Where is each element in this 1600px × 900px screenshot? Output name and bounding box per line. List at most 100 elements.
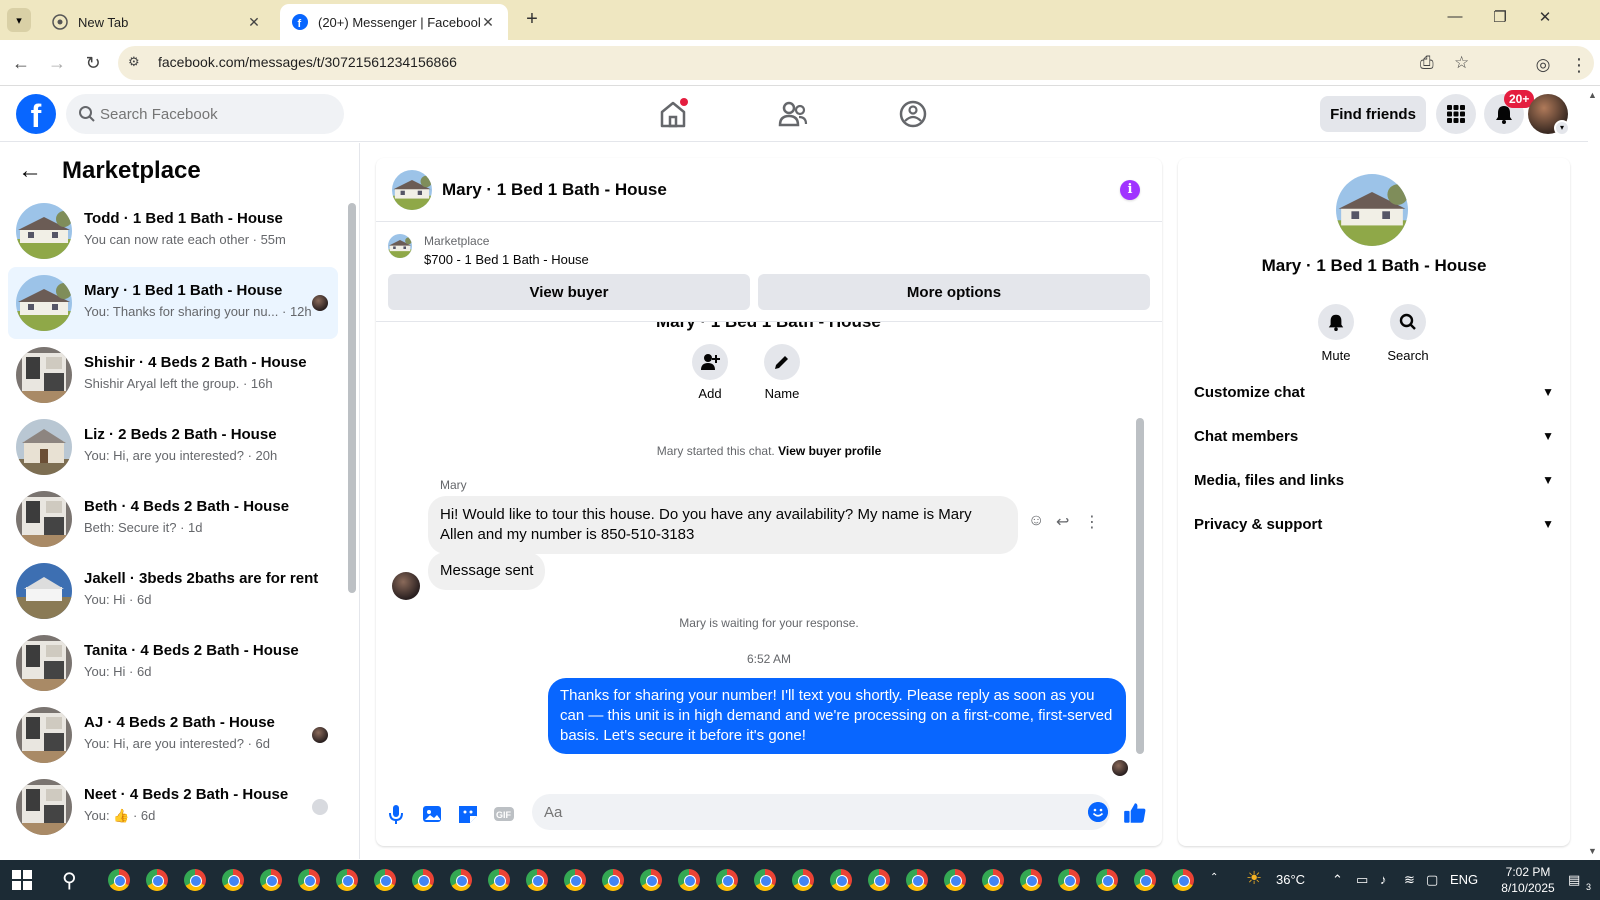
conversation-item[interactable]: AJ · 4 Beds 2 Bath - House You: Hi, are … <box>8 699 338 771</box>
incoming-message[interactable]: Message sent <box>428 552 546 590</box>
tray-chevron-icon[interactable]: ⌃ <box>1332 872 1343 888</box>
close-tab-icon[interactable]: ✕ <box>480 14 496 31</box>
conversation-item[interactable]: Jakell · 3beds 2baths are for rent You: … <box>8 555 338 627</box>
chrome-app-icon[interactable] <box>488 869 510 891</box>
facebook-search-box[interactable] <box>66 94 344 134</box>
chrome-app-icon[interactable] <box>716 869 738 891</box>
back-arrow-icon[interactable]: ← <box>18 157 42 185</box>
windows-start-icon[interactable] <box>12 870 32 890</box>
menu-grid-icon[interactable] <box>1436 94 1476 134</box>
weather-icon[interactable]: ☀ <box>1246 868 1262 889</box>
site-settings-icon[interactable]: ⚙ <box>128 54 146 72</box>
reload-icon[interactable]: ↻ <box>80 50 106 76</box>
gif-icon[interactable]: GIF <box>492 802 516 826</box>
photo-icon[interactable] <box>420 802 444 826</box>
forward-arrow-icon[interactable]: → <box>44 50 70 76</box>
page-scroll-up-icon[interactable]: ▲ <box>1588 90 1597 100</box>
chat-members-section[interactable]: Chat members ▼ <box>1194 418 1554 454</box>
chrome-app-icon[interactable] <box>1134 869 1156 891</box>
browser-tab-new-tab[interactable]: New Tab ✕ <box>40 4 274 40</box>
conversation-item[interactable]: Tanita · 4 Beds 2 Bath - House You: Hi ·… <box>8 627 338 699</box>
privacy-support-section[interactable]: Privacy & support ▼ <box>1194 506 1554 542</box>
chrome-app-icon[interactable] <box>982 869 1004 891</box>
profile-icon[interactable]: ◎ <box>1530 52 1556 78</box>
reply-icon[interactable]: ↩ <box>1056 512 1069 532</box>
find-friends-button[interactable]: Find friends <box>1320 96 1426 132</box>
chrome-app-icon[interactable] <box>374 869 396 891</box>
mute-button[interactable]: Mute <box>1306 304 1366 363</box>
close-tab-icon[interactable]: ✕ <box>246 14 262 31</box>
media-files-section[interactable]: Media, files and links ▼ <box>1194 462 1554 498</box>
chrome-app-icon[interactable] <box>108 869 130 891</box>
emoji-icon[interactable] <box>1088 802 1108 822</box>
chrome-app-icon[interactable] <box>1058 869 1080 891</box>
chrome-app-icon[interactable] <box>298 869 320 891</box>
add-person-button[interactable]: Add <box>670 344 750 401</box>
chrome-app-icon[interactable] <box>1020 869 1042 891</box>
chrome-app-icon[interactable] <box>260 869 282 891</box>
chrome-app-icon[interactable] <box>184 869 206 891</box>
chrome-app-icon[interactable] <box>830 869 852 891</box>
taskbar-clock[interactable]: 7:02 PM 8/10/2025 <box>1488 864 1568 896</box>
chrome-app-icon[interactable] <box>336 869 358 891</box>
browser-menu-icon[interactable]: ⋮ <box>1566 52 1592 78</box>
search-in-chat-button[interactable]: Search <box>1378 304 1438 363</box>
more-options-button[interactable]: More options <box>758 274 1150 310</box>
chrome-app-icon[interactable] <box>792 869 814 891</box>
chrome-app-icon[interactable] <box>222 869 244 891</box>
notification-center-icon[interactable]: ▤ <box>1568 872 1580 888</box>
sticker-icon[interactable] <box>456 802 480 826</box>
chrome-app-icon[interactable] <box>450 869 472 891</box>
weather-temperature[interactable]: 36°C <box>1276 872 1305 887</box>
language-indicator[interactable]: ENG <box>1450 872 1478 887</box>
info-icon[interactable]: i <box>1120 180 1140 200</box>
tab-search-dropdown[interactable]: ▾ <box>7 8 31 32</box>
sender-avatar[interactable] <box>392 572 420 600</box>
chrome-app-icon[interactable] <box>678 869 700 891</box>
install-app-icon[interactable]: ⎙ <box>1420 53 1434 73</box>
taskbar-overflow-icon[interactable]: ⌃ <box>1210 872 1218 883</box>
conversation-item[interactable]: Todd · 1 Bed 1 Bath - House You can now … <box>8 195 338 267</box>
facebook-logo-icon[interactable]: f <box>16 94 56 134</box>
address-bar[interactable]: ⚙ facebook.com/messages/t/30721561234156… <box>118 46 1594 80</box>
minimize-icon[interactable]: — <box>1440 8 1470 32</box>
chrome-app-icon[interactable] <box>564 869 586 891</box>
incoming-message[interactable]: Hi! Would like to tour this house. Do yo… <box>428 496 1018 554</box>
chrome-app-icon[interactable] <box>146 869 168 891</box>
chrome-app-icon[interactable] <box>526 869 548 891</box>
view-buyer-button[interactable]: View buyer <box>388 274 750 310</box>
page-scroll-down-icon[interactable]: ▼ <box>1588 846 1597 856</box>
conversation-item[interactable]: Neet · 4 Beds 2 Bath - House You: 👍 · 6d <box>8 771 338 843</box>
home-icon[interactable] <box>655 96 691 132</box>
display-icon[interactable]: ▢ <box>1426 872 1438 888</box>
friends-icon[interactable] <box>775 96 811 132</box>
wifi-icon[interactable]: ≋ <box>1404 872 1415 888</box>
chrome-app-icon[interactable] <box>1096 869 1118 891</box>
sidebar-scrollbar[interactable] <box>348 203 356 593</box>
more-actions-icon[interactable]: ⋮ <box>1084 512 1100 532</box>
conversation-item[interactable]: Liz · 2 Beds 2 Bath - House You: Hi, are… <box>8 411 338 483</box>
chrome-app-icon[interactable] <box>602 869 624 891</box>
battery-icon[interactable]: ▭ <box>1356 872 1368 888</box>
conversation-item[interactable]: Beth · 4 Beds 2 Bath - House Beth: Secur… <box>8 483 338 555</box>
listing-description[interactable]: $700 - 1 Bed 1 Bath - House <box>424 252 589 267</box>
restore-icon[interactable]: ❐ <box>1485 8 1515 32</box>
chrome-app-icon[interactable] <box>640 869 662 891</box>
window-close-icon[interactable]: ✕ <box>1530 8 1560 32</box>
taskbar-search-icon[interactable]: ⚲ <box>62 868 77 893</box>
search-input[interactable] <box>100 94 336 134</box>
conversation-item-active[interactable]: Mary · 1 Bed 1 Bath - House You: Thanks … <box>8 267 338 339</box>
chat-thumbnail[interactable] <box>392 170 432 210</box>
url-text[interactable]: facebook.com/messages/t/3072156123415686… <box>158 54 457 70</box>
chrome-app-icon[interactable] <box>944 869 966 891</box>
conversation-item[interactable]: Shishir · 4 Beds 2 Bath - House Shishir … <box>8 339 338 411</box>
volume-icon[interactable]: ♪ <box>1380 872 1387 887</box>
back-arrow-icon[interactable]: ← <box>8 50 34 76</box>
outgoing-message[interactable]: Thanks for sharing your number! I'll tex… <box>548 678 1126 754</box>
chrome-app-icon[interactable] <box>1172 869 1194 891</box>
view-buyer-profile-link[interactable]: View buyer profile <box>778 444 881 458</box>
chrome-app-icon[interactable] <box>754 869 776 891</box>
chat-title[interactable]: Mary · 1 Bed 1 Bath - House <box>442 180 667 200</box>
name-chat-button[interactable]: Name <box>742 344 822 401</box>
bookmark-star-icon[interactable]: ☆ <box>1454 53 1469 73</box>
